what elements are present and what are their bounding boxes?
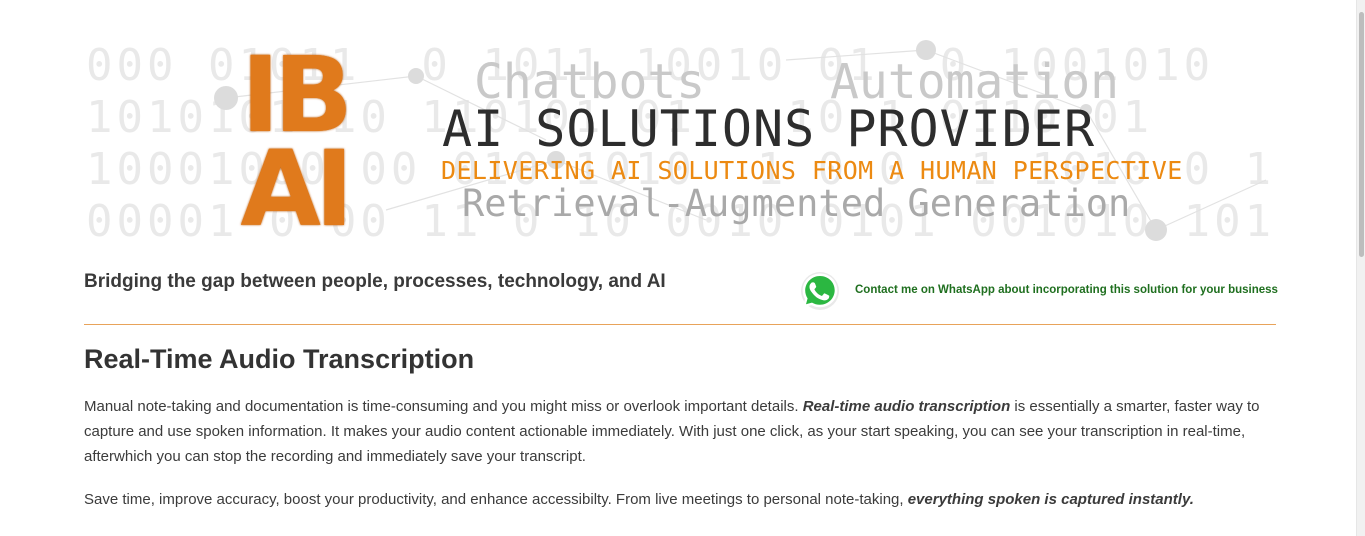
intro-paragraph: Manual note-taking and documentation is … [84,394,1264,469]
paragraph-text: Manual note-taking and documentation is … [84,398,803,415]
banner-word-rag: Retrieval-Augmented Generation [462,182,1131,225]
scrollbar-thumb[interactable] [1359,12,1364,257]
ibai-logo: IB AI [234,43,354,250]
banner-tagline: DELIVERING AI SOLUTIONS FROM A HUMAN PER… [441,156,1183,185]
paragraph-text: Save time, improve accuracy, boost your … [84,491,908,508]
section-title: Real-Time Audio Transcription [84,344,475,374]
banner-title: AI SOLUTIONS PROVIDER [442,100,1096,158]
emphasis-text: everything spoken is captured instantly. [907,491,1194,508]
emphasis-text: Real-time audio transcription [802,398,1011,415]
section-divider [84,324,1276,325]
page-scrollbar[interactable] [1356,0,1365,536]
site-subheading: Bridging the gap between people, process… [84,271,666,292]
whatsapp-icon [801,272,839,310]
hero-banner: 000 01011 0 1011 10010 01 0 1001010 01 1… [86,40,1274,250]
whatsapp-contact-link[interactable]: Contact me on WhatsApp about incorporati… [798,268,1278,312]
logo-bottom-text: AI [240,128,353,250]
whatsapp-contact-text: Contact me on WhatsApp about incorporati… [855,284,1278,296]
benefits-paragraph: Save time, improve accuracy, boost your … [84,487,1264,512]
